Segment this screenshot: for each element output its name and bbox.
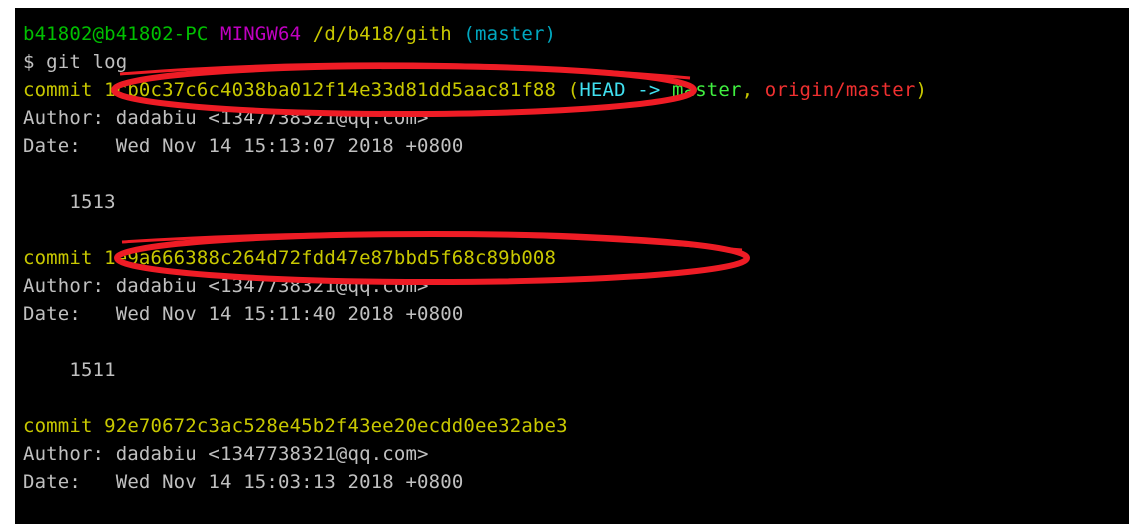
screenshot-frame: b41802@b41802-PC MINGW64 /d/b418/gith (m… <box>0 0 1131 526</box>
refs-close: ) <box>915 79 928 101</box>
date-label: Date: <box>23 135 81 157</box>
date-line: Date: Wed Nov 14 15:11:40 2018 +0800 <box>23 300 463 328</box>
commit-hash[interactable]: 92e70672c3ac528e45b2f43ee20ecdd0ee32abe3 <box>104 415 568 437</box>
date-line: Date: Wed Nov 14 15:03:13 2018 +0800 <box>23 468 463 496</box>
author-label: Author: <box>23 443 105 465</box>
author-label: Author: <box>23 275 105 297</box>
commit-message-line: 1511 <box>23 356 116 384</box>
commit-hash[interactable]: 1e9a666388c264d72fdd47e87bbd5f68c89b008 <box>104 247 556 269</box>
commit-message: 1511 <box>69 359 116 381</box>
prompt-branch: (master) <box>463 23 557 45</box>
author-value: dadabiu <1347738321@qq.com> <box>115 275 429 297</box>
commit-line: commit 1e9a666388c264d72fdd47e87bbd5f68c… <box>23 244 556 272</box>
date-label: Date: <box>23 471 81 493</box>
commit-keyword: commit <box>23 79 93 101</box>
commit-message-line: 1513 <box>23 188 116 216</box>
prompt-user-host: b41802@b41802-PC <box>23 23 209 45</box>
date-value: Wed Nov 14 15:03:13 2018 +0800 <box>115 471 464 493</box>
author-value: dadabiu <1347738321@qq.com> <box>115 107 429 129</box>
refs-separator: , <box>741 79 765 101</box>
commit-line: commit 92e70672c3ac528e45b2f43ee20ecdd0e… <box>23 412 568 440</box>
author-line: Author: dadabiu <1347738321@qq.com> <box>23 440 429 468</box>
date-line: Date: Wed Nov 14 15:13:07 2018 +0800 <box>23 132 463 160</box>
date-value: Wed Nov 14 15:13:07 2018 +0800 <box>115 135 464 157</box>
local-branch-ref: master <box>672 79 742 101</box>
date-label: Date: <box>23 303 81 325</box>
author-label: Author: <box>23 107 105 129</box>
head-ref: HEAD -> <box>579 79 673 101</box>
commit-line: commit 1cb0c37c6c4038ba012f14e33d81dd5aa… <box>23 76 927 104</box>
prompt-path: /d/b418/gith <box>312 23 452 45</box>
commit-hash[interactable]: 1cb0c37c6c4038ba012f14e33d81dd5aac81f88 <box>104 79 556 101</box>
refs-open: ( <box>567 79 580 101</box>
author-value: dadabiu <1347738321@qq.com> <box>115 443 429 465</box>
date-value: Wed Nov 14 15:11:40 2018 +0800 <box>115 303 464 325</box>
author-line: Author: dadabiu <1347738321@qq.com> <box>23 272 429 300</box>
remote-branch-ref: origin/master <box>764 79 916 101</box>
prompt-system: MINGW64 <box>220 23 302 45</box>
commit-message: 1513 <box>69 191 116 213</box>
command-line: $ git log <box>23 51 128 73</box>
author-line: Author: dadabiu <1347738321@qq.com> <box>23 104 429 132</box>
commit-keyword: commit <box>23 415 93 437</box>
terminal-window[interactable]: b41802@b41802-PC MINGW64 /d/b418/gith (m… <box>15 8 1129 524</box>
commit-keyword: commit <box>23 247 93 269</box>
prompt-line: b41802@b41802-PC MINGW64 /d/b418/gith (m… <box>23 20 556 48</box>
